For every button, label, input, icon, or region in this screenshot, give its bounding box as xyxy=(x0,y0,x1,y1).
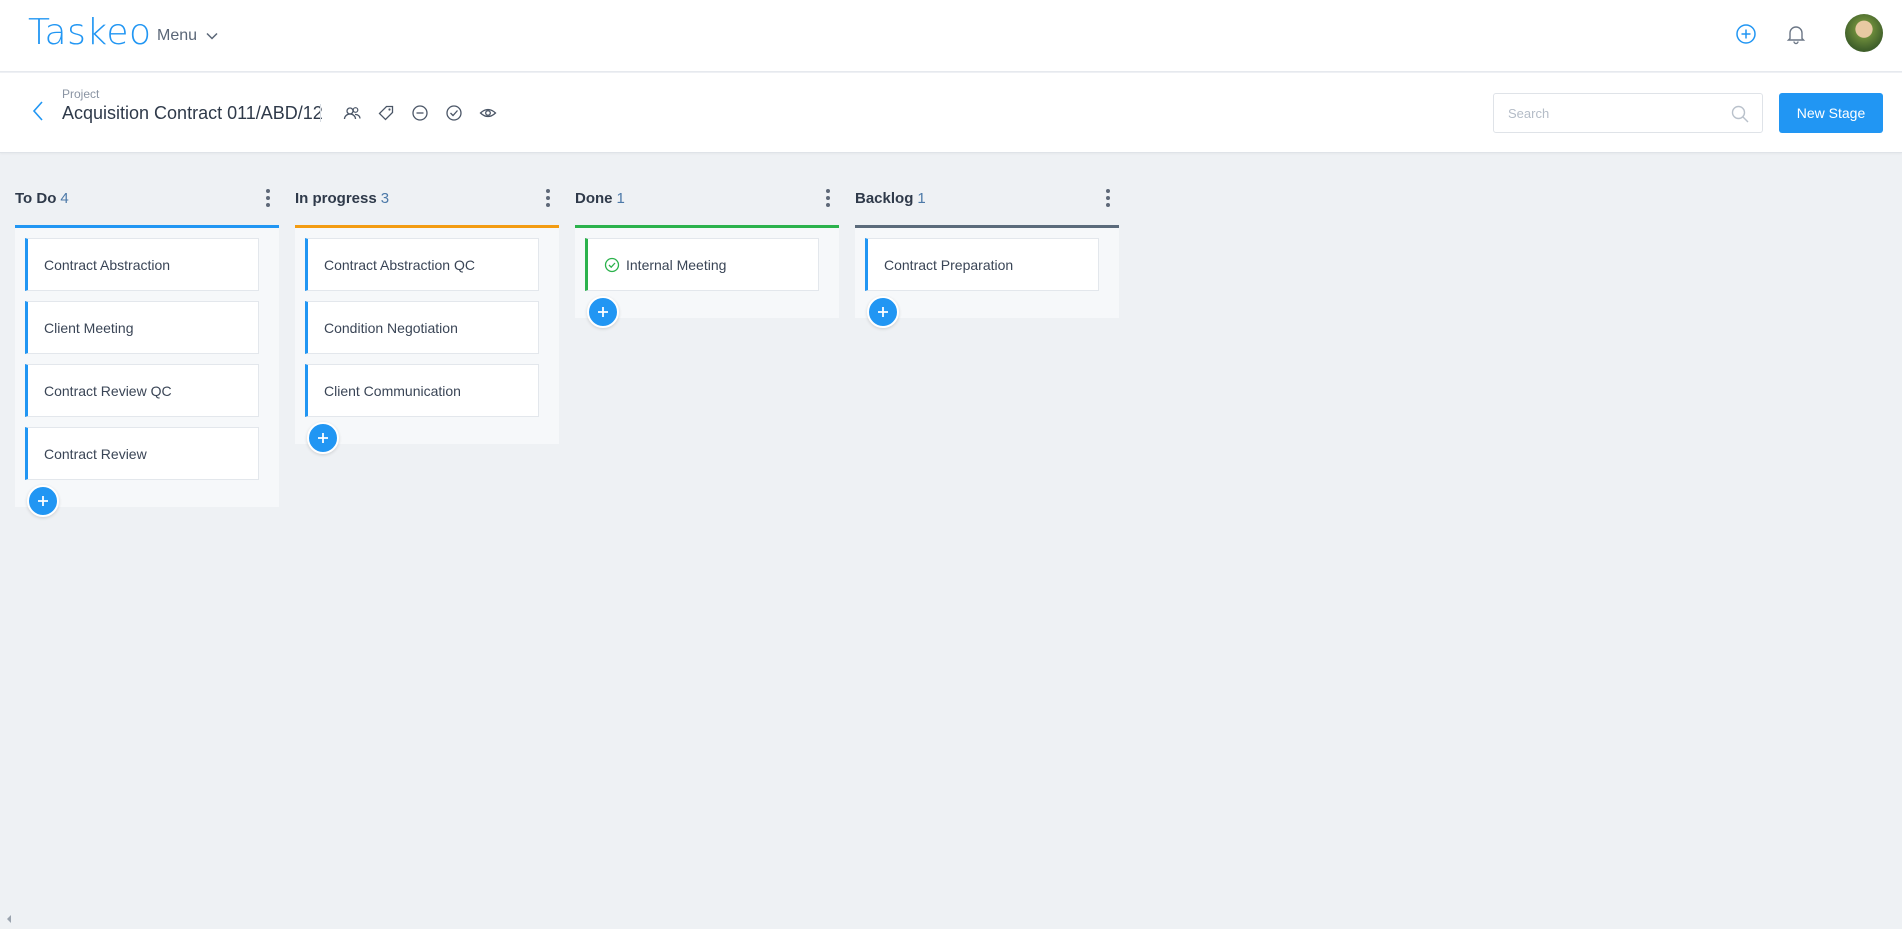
check-circle-icon[interactable] xyxy=(444,103,464,123)
top-navbar: Taskeo Menu xyxy=(0,0,1902,72)
project-toolbar xyxy=(342,103,498,123)
check-circle-icon xyxy=(604,257,620,272)
bell-icon[interactable] xyxy=(1784,22,1808,46)
add-task-button[interactable] xyxy=(587,296,619,328)
column-count: 1 xyxy=(917,189,926,207)
column-header: To Do 4 xyxy=(15,183,279,213)
task-card[interactable]: Client Communication xyxy=(305,364,539,417)
task-label: Contract Preparation xyxy=(884,256,1014,273)
main-menu-dropdown[interactable]: Menu xyxy=(157,25,219,47)
plus-icon xyxy=(878,307,888,317)
app-logo[interactable]: Taskeo xyxy=(28,12,152,53)
column-todo: To Do 4 Contract Abstraction Client Meet… xyxy=(15,183,279,517)
column-count: 3 xyxy=(380,189,390,207)
task-label: Contract Abstraction QC xyxy=(324,256,475,273)
task-label: Contract Abstraction xyxy=(44,256,171,273)
column-backlog: Backlog 1 Contract Preparation xyxy=(855,183,1119,328)
task-card[interactable]: Contract Abstraction xyxy=(25,238,259,291)
column-count: 1 xyxy=(616,189,625,207)
search-icon[interactable] xyxy=(1730,104,1750,124)
column-body: Contract Abstraction QC Condition Negoti… xyxy=(295,225,559,454)
column-body: Contract Preparation xyxy=(855,225,1119,328)
more-vertical-icon[interactable] xyxy=(261,187,275,209)
more-vertical-icon[interactable] xyxy=(1101,187,1115,209)
task-card[interactable]: Contract Review xyxy=(25,427,259,480)
chevron-down-icon xyxy=(206,32,218,40)
task-label: Contract Review QC xyxy=(44,382,172,399)
task-label: Contract Review xyxy=(44,445,147,462)
project-label: Project xyxy=(62,87,100,101)
search-box xyxy=(1493,93,1763,133)
task-label: Internal Meeting xyxy=(626,256,727,273)
more-vertical-icon[interactable] xyxy=(541,187,555,209)
plus-icon xyxy=(38,496,48,506)
task-card[interactable]: Condition Negotiation xyxy=(305,301,539,354)
task-card[interactable]: Contract Abstraction QC xyxy=(305,238,539,291)
menu-label: Menu xyxy=(157,27,198,44)
task-label: Condition Negotiation xyxy=(324,319,458,336)
task-card[interactable]: Contract Review QC xyxy=(25,364,259,417)
column-header: Done 1 xyxy=(575,183,839,213)
avatar[interactable] xyxy=(1845,14,1883,52)
more-vertical-icon[interactable] xyxy=(821,187,835,209)
column-title: Backlog xyxy=(855,189,914,207)
plus-icon xyxy=(598,307,608,317)
column-body: Contract Abstraction Client Meeting Cont… xyxy=(15,225,279,517)
add-task-button[interactable] xyxy=(867,296,899,328)
add-task-button[interactable] xyxy=(27,485,59,517)
add-task-button[interactable] xyxy=(307,422,339,454)
divider xyxy=(320,104,321,122)
back-arrow-icon[interactable] xyxy=(28,99,48,123)
new-stage-button[interactable]: New Stage xyxy=(1779,93,1883,133)
task-card[interactable]: Client Meeting xyxy=(25,301,259,354)
column-header: Backlog 1 xyxy=(855,183,1119,213)
clock-icon[interactable] xyxy=(410,103,430,123)
project-header: Project Acquisition Contract 011/ABD/12 … xyxy=(0,73,1902,153)
project-title: Acquisition Contract 011/ABD/12 xyxy=(62,103,323,123)
column-title: To Do xyxy=(15,189,57,207)
column-done: Done 1 Internal Meeting xyxy=(575,183,839,328)
task-card[interactable]: Internal Meeting xyxy=(585,238,819,291)
tag-icon[interactable] xyxy=(376,103,396,123)
plus-icon xyxy=(318,433,328,443)
users-icon[interactable] xyxy=(342,103,362,123)
column-title: In progress xyxy=(295,189,377,207)
eye-icon[interactable] xyxy=(478,103,498,123)
column-title: Done xyxy=(575,189,613,207)
task-label: Client Communication xyxy=(324,382,461,399)
scroll-left-arrow-icon[interactable] xyxy=(4,914,14,924)
add-circle-icon[interactable] xyxy=(1734,22,1758,46)
column-body: Internal Meeting xyxy=(575,225,839,328)
column-in-progress: In progress 3 Contract Abstraction QC Co… xyxy=(295,183,559,454)
task-card[interactable]: Contract Preparation xyxy=(865,238,1099,291)
column-header: In progress 3 xyxy=(295,183,559,213)
search-input[interactable] xyxy=(1494,94,1714,132)
horizontal-scrollbar[interactable] xyxy=(0,909,1902,929)
column-count: 4 xyxy=(60,189,69,207)
task-label: Client Meeting xyxy=(44,319,134,336)
